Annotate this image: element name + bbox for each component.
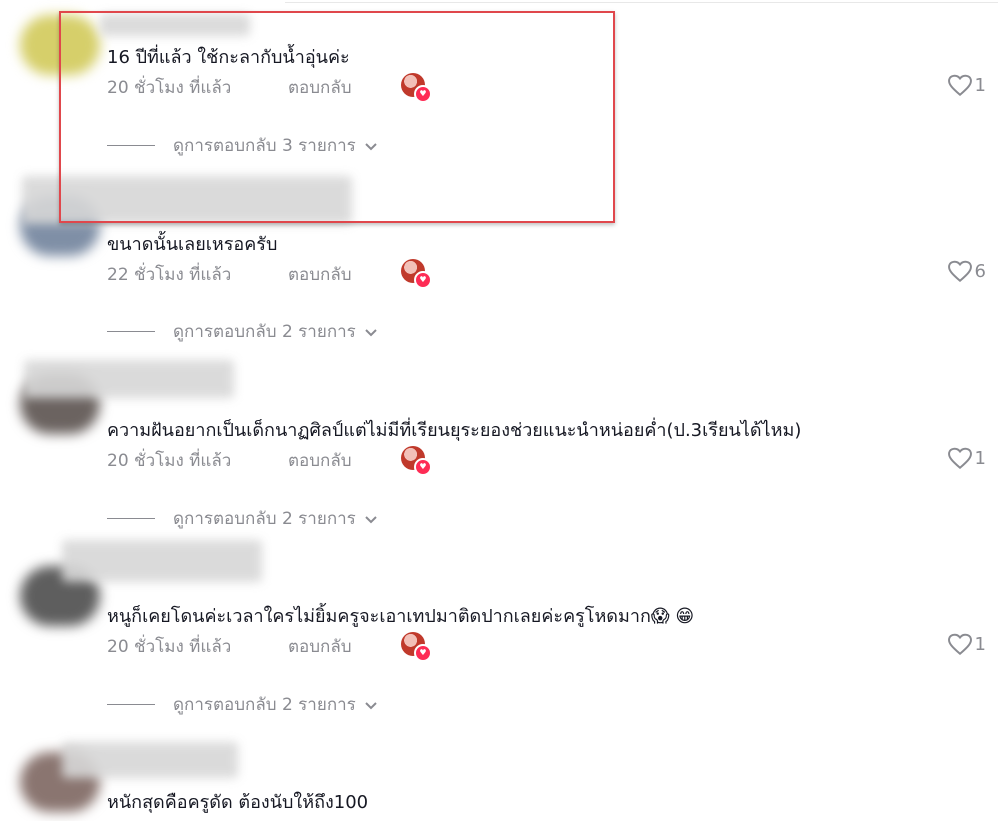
highlight-box <box>59 11 615 223</box>
comment-timestamp: 20 ชั่วโมง ที่แล้ว <box>107 637 232 657</box>
comment-text: หนักสุดคือครูดัด ต้องนับให้ถึง100 <box>107 792 369 813</box>
like-count: 6 <box>974 260 986 282</box>
heart-outline-icon <box>947 447 972 470</box>
heart-outline-icon <box>947 633 972 656</box>
creator-liked-avatar: ♥ <box>401 632 432 662</box>
comment-text: หนูก็เคยโดนค่ะเวลาใครไม่ยิ้มครูจะเอาเทปม… <box>107 606 695 627</box>
divider <box>107 518 155 519</box>
view-replies-button[interactable]: ดูการตอบกลับ 2 รายการ <box>107 691 378 718</box>
chevron-down-icon <box>365 701 377 709</box>
comment-timestamp: 22 ชั่วโมง ที่แล้ว <box>107 265 232 285</box>
divider <box>285 2 998 3</box>
heart-outline-icon <box>947 74 972 97</box>
username-blurred[interactable] <box>24 360 234 398</box>
view-replies-label: ดูการตอบกลับ 2 รายการ <box>173 695 356 715</box>
heart-badge-icon: ♥ <box>414 458 432 476</box>
view-replies-label: ดูการตอบกลับ 2 รายการ <box>173 322 356 342</box>
comment-timestamp: 20 ชั่วโมง ที่แล้ว <box>107 451 232 471</box>
heart-badge-icon: ♥ <box>414 271 432 289</box>
like-button[interactable]: 1 <box>947 446 986 470</box>
like-count: 1 <box>974 633 986 655</box>
divider <box>107 704 155 705</box>
chevron-down-icon <box>365 515 377 523</box>
username-blurred[interactable] <box>62 540 262 582</box>
creator-liked-avatar: ♥ <box>401 446 432 476</box>
reply-button[interactable]: ตอบกลับ <box>288 633 352 660</box>
view-replies-button[interactable]: ดูการตอบกลับ 2 รายการ <box>107 318 378 345</box>
reply-button[interactable]: ตอบกลับ <box>288 261 352 288</box>
creator-liked-avatar: ♥ <box>401 259 432 289</box>
username-blurred[interactable] <box>62 742 238 778</box>
chevron-down-icon <box>365 328 377 336</box>
view-replies-label: ดูการตอบกลับ 2 รายการ <box>173 509 356 529</box>
comment-text: ขนาดนั้นเลยเหรอครับ <box>107 234 278 255</box>
like-button[interactable]: 1 <box>947 632 986 656</box>
like-button[interactable]: 1 <box>947 73 986 97</box>
divider <box>107 331 155 332</box>
like-count: 1 <box>974 447 986 469</box>
like-count: 1 <box>974 74 986 96</box>
reply-button[interactable]: ตอบกลับ <box>288 447 352 474</box>
heart-badge-icon: ♥ <box>414 644 432 662</box>
comment-text: ความฝันอยากเป็นเด็กนาฏศิลป์แต่ไม่มีที่เร… <box>107 420 802 441</box>
view-replies-button[interactable]: ดูการตอบกลับ 2 รายการ <box>107 505 378 532</box>
heart-outline-icon <box>947 260 972 283</box>
like-button[interactable]: 6 <box>947 259 986 283</box>
